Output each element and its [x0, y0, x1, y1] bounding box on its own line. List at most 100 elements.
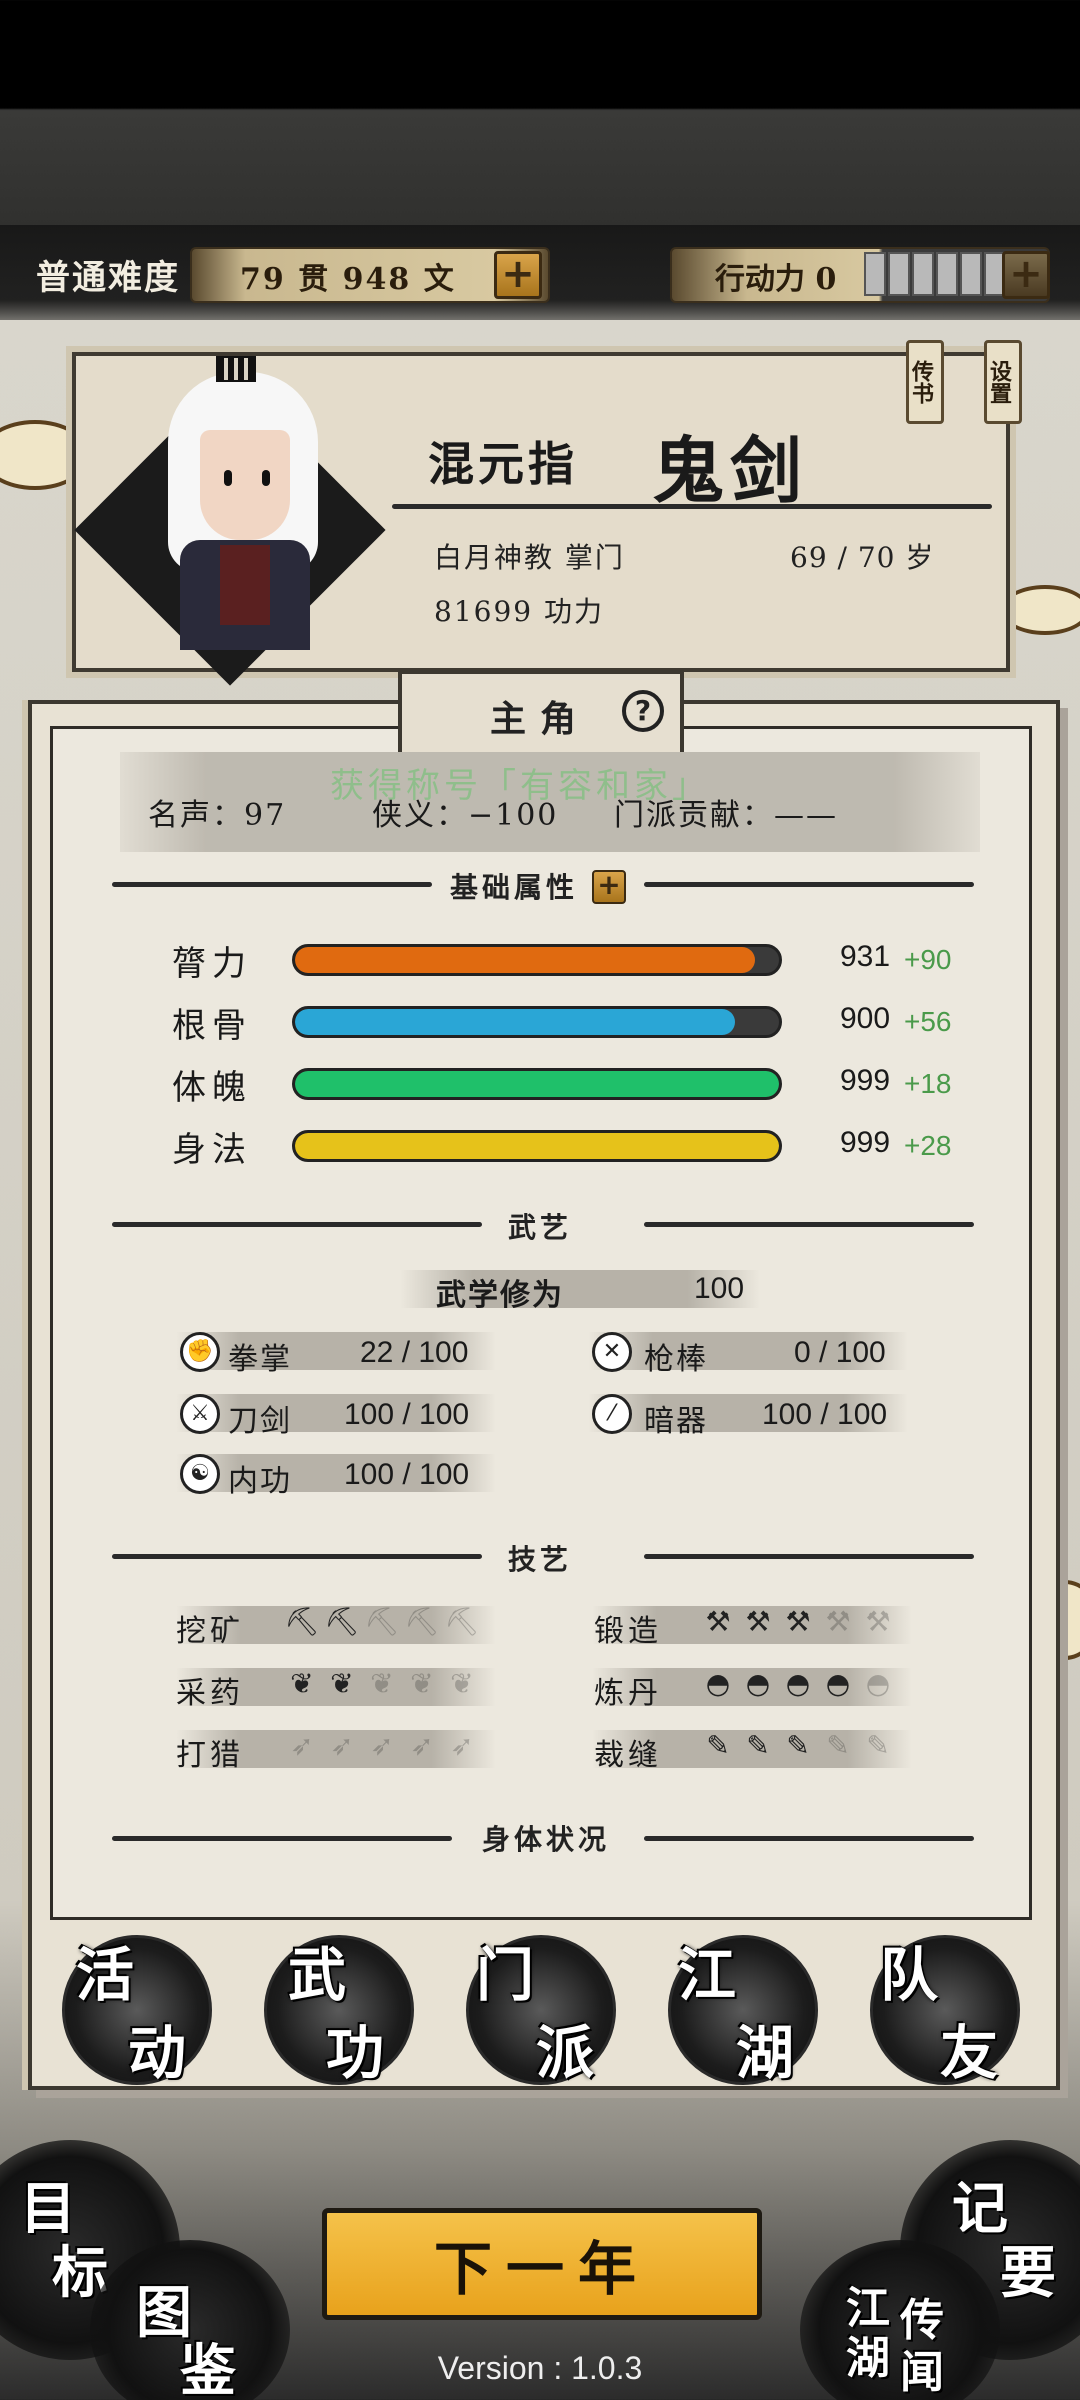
avatar[interactable]: [200, 430, 290, 540]
tab-protagonist-label: 主角: [490, 698, 591, 740]
attr-label-agility: 身法: [172, 1130, 252, 1170]
hero-age: 69 / 70 岁: [790, 541, 935, 574]
letter-button[interactable]: 传书: [906, 340, 944, 424]
cultivation-value: 100: [694, 1272, 745, 1305]
add-attribute-button[interactable]: +: [592, 870, 626, 904]
help-icon[interactable]: ?: [622, 690, 664, 732]
next-year-label: 下一年: [433, 2235, 650, 2303]
divider: [112, 1222, 482, 1227]
nav-sect-top: 门: [476, 1941, 537, 2009]
craft-level-alchemy: ◓ ◓ ◓ ◓ ◓: [700, 1666, 896, 1702]
craft-label-forging: 锻造: [594, 1614, 662, 1649]
craft-level-hunting: ➶ ➶ ➶ ➶ ➶: [284, 1728, 480, 1764]
anvil-icon: ⚒: [705, 1605, 731, 1638]
attr-value-agility: 999: [840, 1126, 891, 1159]
dart-icon: ⁄: [592, 1394, 632, 1434]
hair-crown: [216, 356, 256, 382]
nav-activity-top: 活: [76, 1941, 137, 2009]
bow-icon: ➶: [290, 1729, 314, 1762]
bowl-icon: ◓: [825, 1667, 851, 1700]
divider: [644, 1222, 974, 1227]
needle-icon: ✎: [826, 1729, 850, 1762]
skill-label-inner: 内功: [228, 1464, 292, 1499]
attr-bonus-strength: +90: [904, 944, 952, 975]
hero-power: 81699 功力: [434, 595, 604, 628]
nav-activity-bottom: 动: [128, 2019, 189, 2087]
bowl-icon: ◓: [745, 1667, 771, 1700]
attr-bar-constitution: [292, 1006, 782, 1038]
action-point-segment: [936, 252, 958, 296]
difficulty-label: 普通难度: [36, 258, 180, 298]
action-point-segment: [864, 252, 886, 296]
skill-label-dart: 暗器: [644, 1404, 708, 1439]
herb-icon: ❦: [410, 1667, 434, 1700]
attributes-title: 基础属性: [450, 871, 579, 904]
add-money-button[interactable]: +: [494, 251, 542, 299]
attr-bar-strength: [292, 944, 782, 976]
needle-icon: ✎: [866, 1729, 890, 1762]
bow-icon: ➶: [330, 1729, 354, 1762]
attr-value-strength: 931: [840, 940, 891, 973]
herb-icon: ❦: [370, 1667, 394, 1700]
divider: [112, 1836, 452, 1841]
divider: [644, 1554, 974, 1559]
pickaxe-icon: ⛏: [324, 1605, 360, 1638]
avatar-eye: [262, 470, 270, 486]
divider: [112, 1554, 482, 1559]
attr-value-constitution: 900: [840, 1002, 891, 1035]
sword-icon: ⚔: [180, 1394, 220, 1434]
skill-label-spear: 枪棒: [644, 1342, 708, 1377]
attr-bonus-physique: +18: [904, 1068, 952, 1099]
herb-icon: ❦: [330, 1667, 354, 1700]
spear-icon: ✕: [592, 1332, 632, 1372]
needle-icon: ✎: [746, 1729, 770, 1762]
skill-value-inner: 100 / 100: [344, 1458, 470, 1491]
bowl-icon: ◓: [785, 1667, 811, 1700]
inner-icon: ☯: [180, 1454, 220, 1494]
pickaxe-icon: ⛏: [444, 1605, 480, 1638]
skill-label-sword: 刀剑: [228, 1404, 292, 1439]
bowl-icon: ◓: [865, 1667, 891, 1700]
nav-teammates-top: 队: [880, 1941, 941, 2009]
craft-level-forging: ⚒ ⚒ ⚒ ⚒ ⚒: [700, 1604, 896, 1640]
action-point-segment: [960, 252, 982, 296]
skill-value-fist: 22 / 100: [360, 1336, 469, 1369]
craft-label-alchemy: 炼丹: [594, 1676, 662, 1711]
pickaxe-icon: ⛏: [404, 1605, 440, 1638]
fame-stat: 名声：97: [148, 798, 287, 833]
bowl-icon: ◓: [705, 1667, 731, 1700]
craft-level-tailoring: ✎ ✎ ✎ ✎ ✎: [700, 1728, 896, 1764]
nav-sect-bottom: 派: [536, 2019, 597, 2087]
skill-label-fist: 拳掌: [228, 1342, 292, 1377]
attr-bar-fill: [295, 1071, 779, 1097]
bow-icon: ➶: [450, 1729, 474, 1762]
herb-icon: ❦: [290, 1667, 314, 1700]
attr-label-strength: 膂力: [172, 944, 252, 984]
crafts-title: 技艺: [508, 1543, 573, 1576]
chivalry-stat: 侠义：−100: [372, 798, 559, 833]
skill-value-spear: 0 / 100: [794, 1336, 886, 1369]
craft-label-herbs: 采药: [176, 1676, 244, 1711]
cultivation-label: 武学修为: [436, 1278, 564, 1313]
anvil-icon: ⚒: [785, 1605, 811, 1638]
craft-label-hunting: 打猎: [176, 1738, 244, 1773]
martial-title: 武艺: [508, 1211, 573, 1244]
action-points-label: 行动力 0: [715, 262, 837, 297]
nav-martial-bottom: 功: [326, 2019, 387, 2087]
attr-bar-physique: [292, 1068, 782, 1100]
version-label: Version : 1.0.3: [437, 2350, 643, 2386]
nav-jianghu-bottom: 湖: [736, 2019, 797, 2087]
divider: [112, 882, 432, 887]
add-action-points-button[interactable]: +: [1002, 251, 1050, 299]
craft-level-mining: ⛏ ⛏ ⛏ ⛏ ⛏: [284, 1604, 480, 1640]
divider: [644, 1836, 974, 1841]
hero-sect-role: 白月神教 掌门: [434, 541, 625, 574]
money-value: 79 贯 948 文: [240, 262, 456, 297]
skill-value-sword: 100 / 100: [344, 1398, 470, 1431]
divider: [392, 504, 992, 509]
anvil-icon: ⚒: [865, 1605, 891, 1638]
settings-button[interactable]: 设置: [984, 340, 1022, 424]
needle-icon: ✎: [786, 1729, 810, 1762]
skill-value-dart: 100 / 100: [762, 1398, 888, 1431]
craft-label-tailoring: 裁缝: [594, 1738, 662, 1773]
